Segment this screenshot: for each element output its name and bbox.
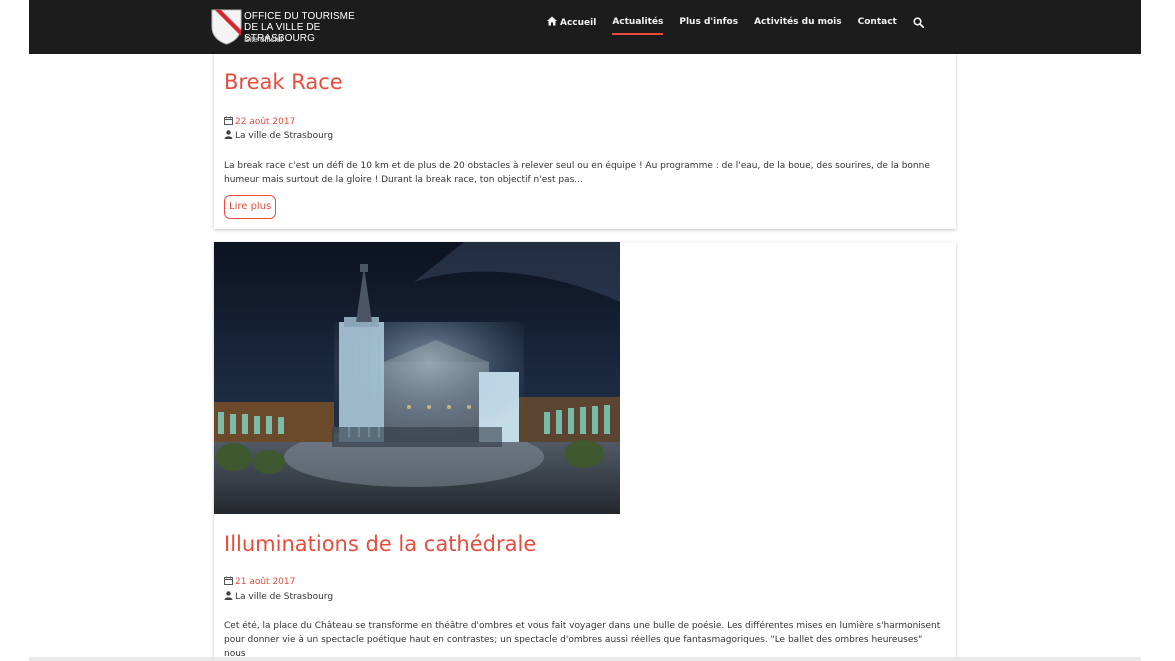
nav-more-label: Plus d'infos (679, 17, 739, 27)
post-date: 21 août 2017 (224, 575, 295, 589)
post-title[interactable]: Illuminations de la cathédrale (224, 532, 536, 556)
post-excerpt: La break race c'est un défi de 10 km et … (224, 159, 946, 187)
post-date-text: 21 août 2017 (235, 577, 296, 587)
user-icon (224, 130, 233, 139)
home-icon (547, 16, 557, 26)
post-excerpt: Cet été, la place du Château se transfor… (224, 619, 946, 661)
post-date: 22 août 2017 (224, 115, 295, 129)
post-card: Illuminations de la cathédrale 21 août 2… (214, 242, 956, 661)
post-excerpt-line: humeur mais surtout de la gloire ! Duran… (224, 175, 583, 185)
logo-line-1: Office du Tourisme (244, 11, 355, 22)
post-date-text: 22 août 2017 (235, 117, 296, 127)
main-navigation: Accueil Actualités Plus d'infos Activité… (547, 12, 924, 35)
post-title[interactable]: Break Race (224, 70, 343, 94)
calendar-icon (224, 116, 233, 125)
nav-activities-label: Activités du mois (754, 17, 842, 27)
cathedral-illustration (214, 242, 620, 514)
site-header: Office du Tourisme de la ville de Strasb… (29, 0, 1141, 54)
cathedral-night-image[interactable] (214, 242, 620, 514)
post-author-text: La ville de Strasbourg (235, 131, 334, 141)
nav-contact-label: Contact (857, 17, 897, 27)
nav-news-label: Actualités (612, 17, 664, 27)
nav-item-more-info[interactable]: Plus d'infos (679, 17, 738, 27)
post-card: Break Race 22 août 2017 La ville de Stra… (214, 54, 956, 229)
strasbourg-shield-icon (211, 9, 242, 45)
read-more-button[interactable]: Lire plus (224, 195, 277, 219)
search-icon[interactable] (913, 16, 924, 28)
post-author: La ville de Strasbourg (224, 590, 333, 604)
post-author: La ville de Strasbourg (224, 129, 333, 143)
user-icon (224, 591, 233, 600)
post-excerpt-line: Cet été, la place du Château se transfor… (224, 621, 941, 631)
site-logo[interactable]: Office du Tourisme de la ville de Strasb… (211, 9, 391, 47)
horizontal-scrollbar[interactable] (29, 657, 1141, 661)
logo-subtitle: Site officiel (244, 35, 283, 44)
calendar-icon (224, 576, 233, 585)
post-author-text: La ville de Strasbourg (235, 592, 334, 602)
post-excerpt-line: La break race c'est un défi de 10 km et … (224, 161, 930, 171)
nav-item-activities[interactable]: Activités du mois (754, 17, 842, 27)
nav-item-news[interactable]: Actualités (612, 17, 664, 35)
nav-home-label: Accueil (560, 18, 597, 28)
nav-item-home[interactable]: Accueil (547, 16, 596, 28)
nav-item-contact[interactable]: Contact (858, 17, 897, 27)
